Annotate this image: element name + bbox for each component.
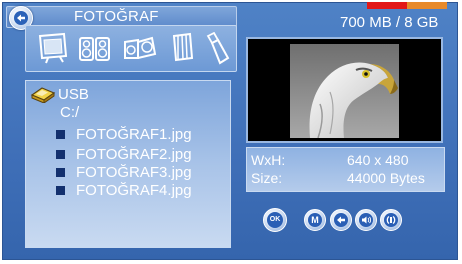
- volume-button[interactable]: [355, 209, 377, 231]
- path-label: C:/: [60, 104, 80, 121]
- document-icon[interactable]: [168, 32, 196, 64]
- ok-label: OK: [267, 212, 283, 228]
- storage-used-fill: [367, 2, 407, 9]
- left-arrow-icon: [334, 213, 348, 227]
- back-nav-button[interactable]: [330, 209, 352, 231]
- wxh-value: 640 x 480: [347, 152, 409, 168]
- menu-button[interactable]: M: [304, 209, 326, 231]
- file-name: FOTOĞRAF2.jpg: [76, 146, 192, 163]
- file-bullet-icon: [56, 130, 65, 139]
- photo-frame-icon[interactable]: [36, 32, 70, 64]
- image-info-panel: WxH: 640 x 480 Size: 44000 Bytes: [246, 147, 445, 192]
- file-type-panel: [25, 25, 237, 72]
- speakers-icon[interactable]: [78, 32, 112, 64]
- eagle-photo: [290, 44, 399, 138]
- file-bullet-icon: [56, 168, 65, 177]
- file-bullet-icon: [56, 150, 65, 159]
- menu-label: M: [308, 213, 322, 227]
- rotate-button[interactable]: [380, 209, 402, 231]
- speaker-icon: [359, 213, 373, 227]
- file-name: FOTOĞRAF1.jpg: [76, 126, 192, 143]
- file-bullet-icon: [56, 186, 65, 195]
- storage-text: 700 MB / 8 GB: [340, 14, 439, 31]
- device-label[interactable]: USB: [58, 86, 89, 103]
- size-label: Size:: [251, 170, 283, 186]
- storage-bar: [367, 2, 447, 9]
- image-preview: [246, 37, 443, 143]
- rotate-icon: [384, 213, 398, 227]
- wxh-label: WxH:: [251, 152, 286, 168]
- usb-stick-icon[interactable]: [202, 32, 230, 66]
- back-arrow-icon: [14, 11, 28, 25]
- usb-drive-icon: [30, 87, 56, 103]
- page-title: FOTOĞRAF: [74, 8, 159, 25]
- projector-icon[interactable]: [122, 32, 158, 64]
- size-value: 44000 Bytes: [347, 170, 425, 186]
- file-name: FOTOĞRAF4.jpg: [76, 182, 192, 199]
- ok-button[interactable]: OK: [263, 208, 287, 232]
- file-name: FOTOĞRAF3.jpg: [76, 164, 192, 181]
